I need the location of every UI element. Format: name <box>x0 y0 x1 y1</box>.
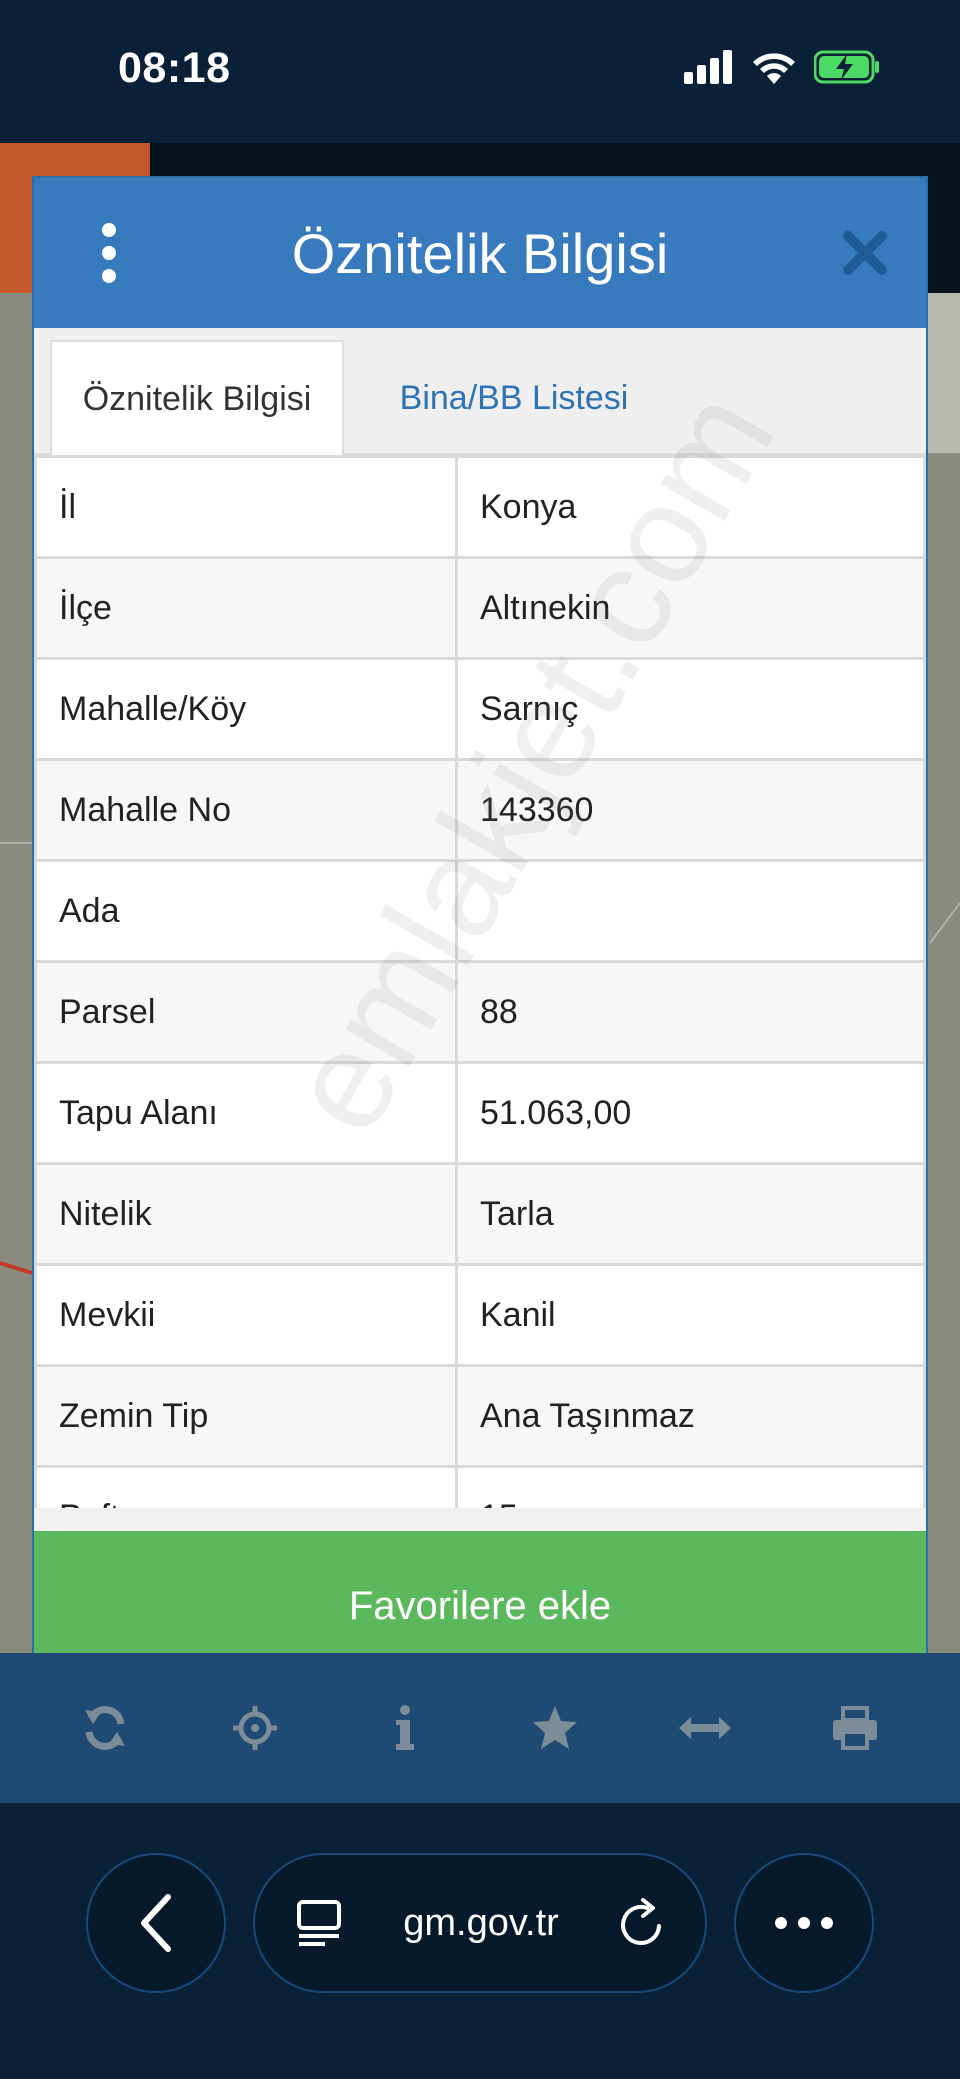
attribute-row: Ada <box>34 859 926 963</box>
crosshair-icon <box>233 1706 277 1750</box>
status-bar: 08:18 <box>0 0 960 143</box>
attribute-value: Ana Taşınmaz <box>455 1364 926 1468</box>
attribute-row: Pafta15 <box>34 1465 926 1508</box>
attribute-value: 88 <box>455 960 926 1064</box>
attribute-row: Mahalle No 143360 <box>34 758 926 862</box>
attribute-value: Altınekin <box>455 556 926 660</box>
attribute-label: Nitelik <box>34 1162 458 1266</box>
refresh-icon <box>85 1706 125 1750</box>
menu-dot <box>102 246 116 260</box>
tab-bar: Öznitelik Bilgisi Bina/BB Listesi <box>34 328 926 457</box>
attribute-row: Mevkii Kanil <box>34 1263 926 1367</box>
address-bar[interactable]: gm.gov.tr <box>253 1853 707 1993</box>
attribute-table: İl Konya İlçe Altınekin Mahalle/Köy Sarnıç Mah… <box>34 455 926 1508</box>
reload-icon[interactable] <box>619 1898 665 1948</box>
attribute-info-dialog: Öznitelik Bilgisi Öznitelik Bilgisi Bina… <box>32 176 928 1680</box>
map-toolbar <box>0 1653 960 1803</box>
refresh-button[interactable] <box>65 1688 145 1768</box>
info-icon <box>396 1705 414 1750</box>
attribute-row: Zemin Tip Ana Taşınmaz <box>34 1364 926 1468</box>
attribute-value: Kanil <box>455 1263 926 1367</box>
attribute-table-container[interactable]: İl Konya İlçe Altınekin Mahalle/Köy Sarnıç Mah… <box>34 455 926 1508</box>
attribute-label: İl <box>34 455 458 559</box>
attribute-value: 15 <box>455 1465 926 1508</box>
attribute-value: 143360 <box>455 758 926 862</box>
wifi-icon <box>753 53 795 84</box>
attribute-label: Ada <box>34 859 458 963</box>
attribute-row: Nitelik Tarla <box>34 1162 926 1266</box>
attribute-value: Tarla <box>455 1162 926 1266</box>
attribute-row: İlçe Altınekin <box>34 556 926 660</box>
ellipsis-icon <box>775 1917 833 1929</box>
attribute-row: İl Konya <box>34 455 926 559</box>
arrows-horizontal-icon <box>679 1717 731 1739</box>
attribute-label: İlçe <box>34 556 458 660</box>
locate-button[interactable] <box>215 1688 295 1768</box>
attribute-value: Konya <box>455 455 926 559</box>
attribute-label: Zemin Tip <box>34 1364 458 1468</box>
back-button[interactable] <box>86 1853 226 1993</box>
favorites-button[interactable] <box>515 1688 595 1768</box>
chevron-left-icon <box>141 1894 171 1952</box>
close-icon <box>843 231 887 275</box>
tab-building-list[interactable]: Bina/BB Listesi <box>364 340 664 457</box>
print-icon <box>833 1706 877 1750</box>
attribute-label: Parsel <box>34 960 458 1064</box>
attribute-row: Parsel 88 <box>34 960 926 1064</box>
info-button[interactable] <box>365 1688 445 1768</box>
menu-button[interactable] <box>94 223 124 283</box>
star-icon <box>533 1706 577 1749</box>
attribute-label: Pafta <box>34 1465 458 1508</box>
attribute-row: Mahalle/Köy Sarnıç <box>34 657 926 761</box>
attribute-label: Mahalle/Köy <box>34 657 458 761</box>
url-text: gm.gov.tr <box>403 1901 559 1944</box>
dialog-title: Öznitelik Bilgisi <box>291 221 669 285</box>
attribute-label: Mevkii <box>34 1263 458 1367</box>
print-button[interactable] <box>815 1688 895 1768</box>
reader-mode-icon[interactable] <box>295 1898 343 1948</box>
attribute-label: Tapu Alanı <box>34 1061 458 1165</box>
attribute-label: Mahalle No <box>34 758 458 862</box>
menu-dot <box>102 269 116 283</box>
more-options-button[interactable] <box>734 1853 874 1993</box>
close-button[interactable] <box>840 228 890 278</box>
status-icons <box>684 50 880 84</box>
browser-bottom-bar: gm.gov.tr <box>0 1803 960 2079</box>
signal-icon <box>684 50 732 84</box>
attribute-value <box>455 859 926 963</box>
dialog-header: Öznitelik Bilgisi <box>34 178 926 328</box>
attribute-value: 51.063,00 <box>455 1061 926 1165</box>
attribute-value: Sarnıç <box>455 657 926 761</box>
status-time: 08:18 <box>118 44 231 92</box>
measure-button[interactable] <box>665 1688 745 1768</box>
tab-attribute-info[interactable]: Öznitelik Bilgisi <box>50 340 344 457</box>
menu-dot <box>102 223 116 237</box>
battery-charging-icon <box>814 50 879 84</box>
attribute-row: Tapu Alanı 51.063,00 <box>34 1061 926 1165</box>
